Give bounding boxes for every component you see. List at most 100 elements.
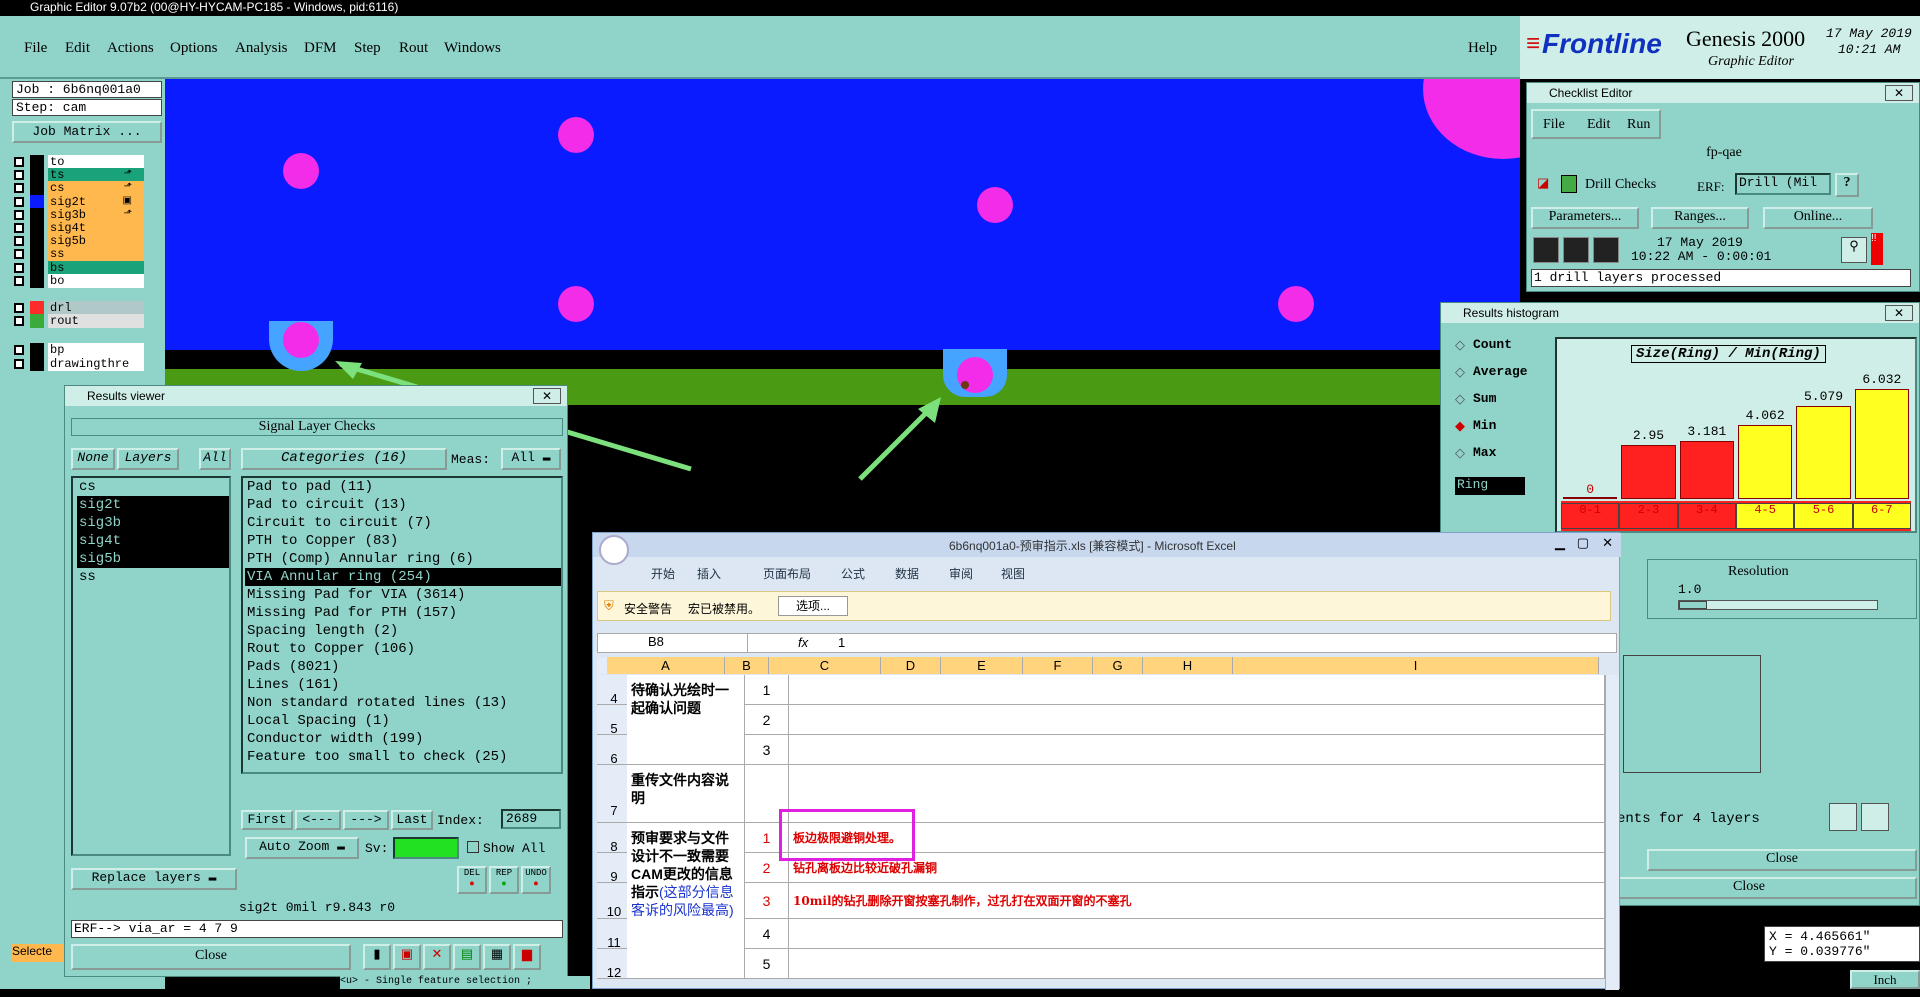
category-list[interactable]: Pad to pad (11) Pad to circuit (13) Circui… bbox=[241, 476, 563, 774]
help-button[interactable]: ? bbox=[1835, 173, 1859, 197]
auto-zoom-dropdown[interactable]: Auto Zoom ▬ bbox=[245, 837, 359, 859]
sv-color-picker[interactable] bbox=[393, 837, 459, 859]
row-header[interactable]: 4 bbox=[597, 675, 631, 706]
category-item[interactable]: Spacing length (2) bbox=[245, 622, 561, 640]
radio-icon[interactable]: ◇ bbox=[1455, 391, 1465, 407]
cell-b[interactable]: 3 bbox=[745, 735, 789, 765]
result-layer-item[interactable]: ss bbox=[77, 568, 229, 586]
menu-edit[interactable]: Edit bbox=[65, 40, 90, 57]
row-header[interactable]: 7 bbox=[597, 765, 631, 823]
checklist-menu-file[interactable]: File bbox=[1543, 117, 1565, 133]
close-icon[interactable]: ✕ bbox=[533, 388, 561, 404]
tool-icon-a[interactable]: ▮ bbox=[363, 944, 391, 970]
stop-icon[interactable] bbox=[1593, 237, 1619, 263]
rep-button[interactable]: REP ● bbox=[489, 866, 519, 894]
meas-dropdown[interactable]: All ▬ bbox=[501, 448, 561, 470]
layer-checkbox[interactable] bbox=[14, 170, 24, 181]
layer-row-bs[interactable]: bs bbox=[14, 260, 144, 275]
result-layer-item[interactable]: sig3b bbox=[77, 514, 229, 532]
row-header[interactable]: 11 bbox=[597, 919, 631, 950]
cell-c[interactable] bbox=[789, 705, 1605, 735]
tool-icon-b[interactable]: ▣ bbox=[393, 944, 421, 970]
option-count[interactable]: ◇ Count bbox=[1455, 337, 1545, 357]
units-dropdown[interactable]: Inch bbox=[1850, 970, 1920, 989]
categories-button[interactable]: Categories (16) bbox=[241, 448, 447, 470]
layer-checkbox[interactable] bbox=[14, 262, 24, 273]
category-item[interactable]: VIA Annular ring (254) bbox=[245, 568, 561, 586]
row-header[interactable]: 8 bbox=[597, 823, 631, 854]
cell-c[interactable] bbox=[789, 735, 1605, 765]
column-header[interactable]: B bbox=[725, 657, 769, 674]
result-layer-item[interactable]: cs bbox=[77, 478, 229, 496]
menu-dfm[interactable]: DFM bbox=[304, 40, 337, 57]
close-icon[interactable]: ✕ bbox=[1885, 85, 1913, 101]
row-header[interactable]: 5 bbox=[597, 705, 631, 736]
layer-checkbox[interactable] bbox=[14, 358, 24, 369]
layer-checkbox[interactable] bbox=[14, 157, 24, 167]
menu-help[interactable]: Help bbox=[1468, 40, 1497, 57]
column-header[interactable]: F bbox=[1023, 657, 1093, 674]
menu-analysis[interactable]: Analysis bbox=[235, 40, 288, 57]
cell-b[interactable]: 3 bbox=[745, 883, 789, 919]
row-header[interactable]: 9 bbox=[597, 853, 631, 884]
merged-cell-a[interactable]: 重传文件内容说明 bbox=[627, 765, 745, 823]
layer-row-sig4t[interactable]: sig4t bbox=[14, 221, 144, 235]
checklist-menu-edit[interactable]: Edit bbox=[1587, 117, 1610, 133]
erf-value[interactable]: Drill (Mil bbox=[1735, 173, 1831, 195]
layer-row-sig3b[interactable]: sig3b ⬏ bbox=[14, 207, 144, 222]
radio-icon[interactable]: ◇ bbox=[1455, 337, 1465, 353]
first-button[interactable]: First bbox=[241, 810, 293, 830]
cell-c[interactable] bbox=[789, 675, 1605, 705]
next-button[interactable]: ---> bbox=[343, 810, 389, 830]
ranges-button[interactable]: Ranges... bbox=[1651, 207, 1749, 229]
tool-icon-e[interactable]: ▦ bbox=[483, 944, 511, 970]
index-input[interactable]: 2689 bbox=[501, 809, 561, 829]
close-icon[interactable]: ✕ bbox=[1885, 305, 1913, 321]
layer-color-swatch[interactable] bbox=[30, 273, 44, 288]
replace-layers-dropdown[interactable]: Replace layers ▬ bbox=[71, 868, 237, 890]
layer-color-swatch[interactable] bbox=[30, 155, 44, 169]
result-layer-item[interactable]: sig2t bbox=[77, 496, 229, 514]
column-header[interactable]: I bbox=[1233, 657, 1599, 674]
menu-windows[interactable]: Windows bbox=[444, 40, 501, 57]
menu-rout[interactable]: Rout bbox=[399, 40, 428, 57]
category-item[interactable]: Non standard rotated lines (13) bbox=[245, 694, 561, 712]
row-header[interactable]: 10 bbox=[597, 883, 631, 919]
option-max[interactable]: ◇ Max bbox=[1455, 445, 1545, 465]
vertical-scrollbar[interactable] bbox=[1605, 675, 1619, 990]
layer-checkbox[interactable] bbox=[14, 249, 24, 260]
category-item[interactable]: Missing Pad for PTH (157) bbox=[245, 604, 561, 622]
histogram-close-button[interactable]: Close bbox=[1647, 849, 1917, 871]
layer-row-drawingthre[interactable]: drawingthre bbox=[14, 356, 144, 371]
layer-checkbox[interactable] bbox=[14, 345, 24, 356]
layers-button[interactable]: Layers bbox=[117, 448, 179, 470]
layer-row-ss[interactable]: ss bbox=[14, 247, 144, 262]
layer-color-swatch[interactable] bbox=[30, 168, 44, 183]
undo-button[interactable]: UNDO ● bbox=[521, 866, 551, 894]
cell-c[interactable] bbox=[789, 919, 1605, 949]
menu-step[interactable]: Step bbox=[354, 40, 381, 57]
cell-b[interactable]: 2 bbox=[745, 705, 789, 735]
cell-b[interactable]: 1 bbox=[745, 675, 789, 705]
result-layer-item[interactable]: sig5b bbox=[77, 550, 229, 568]
radio-icon[interactable]: ◇ bbox=[1455, 445, 1465, 461]
layer-checkbox[interactable] bbox=[14, 209, 24, 220]
category-item[interactable]: Circuit to circuit (7) bbox=[245, 514, 561, 532]
check-enabled-icon[interactable]: ◪ bbox=[1537, 175, 1549, 191]
layer-row-bo[interactable]: bo bbox=[14, 273, 144, 288]
layer-checkbox[interactable] bbox=[14, 236, 24, 247]
category-item[interactable]: Pad to pad (11) bbox=[245, 478, 561, 496]
menu-file[interactable]: File bbox=[24, 40, 47, 57]
category-item[interactable]: PTH to Copper (83) bbox=[245, 532, 561, 550]
layer-row-sig5b[interactable]: sig5b bbox=[14, 234, 144, 249]
layer-color-swatch[interactable] bbox=[30, 343, 44, 358]
layer-row-cs[interactable]: cs ⬏ bbox=[14, 181, 144, 196]
row-header[interactable]: 6 bbox=[597, 735, 631, 766]
show-all-checkbox[interactable] bbox=[467, 841, 479, 853]
layer-color-swatch[interactable] bbox=[30, 356, 44, 371]
layer-color-swatch[interactable] bbox=[30, 234, 44, 249]
option-average[interactable]: ◇ Average bbox=[1455, 364, 1545, 384]
layer-row-ts[interactable]: ts ⬏ bbox=[14, 168, 144, 183]
layer-row-to[interactable]: to bbox=[14, 155, 144, 169]
column-header[interactable]: D bbox=[881, 657, 941, 674]
